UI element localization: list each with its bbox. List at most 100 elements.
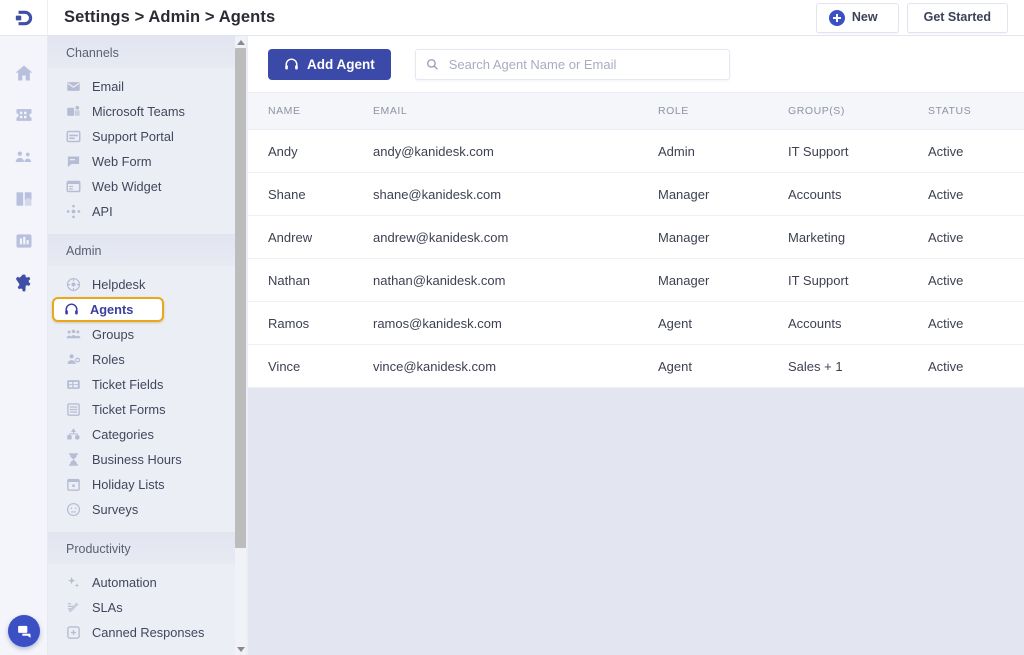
sidebar-item-label: Holiday Lists <box>92 477 165 492</box>
people-icon <box>14 147 34 167</box>
sidebar-scrollbar-thumb[interactable] <box>235 48 246 548</box>
table-row[interactable]: Vince vince@kanidesk.com Agent Sales + 1… <box>248 345 1024 388</box>
ticket-icon <box>14 105 34 125</box>
get-started-label: Get Started <box>924 11 991 24</box>
groups-icon <box>66 327 81 342</box>
envelope-icon <box>66 79 81 94</box>
table-row[interactable]: Andy andy@kanidesk.com Admin IT Support … <box>248 130 1024 173</box>
cell-status: Active <box>928 359 1024 374</box>
cell-status: Active <box>928 230 1024 245</box>
agents-toolbar: Add Agent <box>248 36 1024 92</box>
sidebar-item-web-widget[interactable]: Web Widget <box>48 174 236 199</box>
agent-headset-icon <box>64 302 79 317</box>
sidebar-item-label: Ticket Forms <box>92 402 165 417</box>
column-header-groups: GROUP(S) <box>788 105 928 117</box>
home-icon <box>14 63 34 83</box>
sidebar-item-microsoft-teams[interactable]: Microsoft Teams <box>48 99 236 124</box>
api-node-icon <box>66 204 81 219</box>
scroll-up-arrow-icon[interactable] <box>235 36 246 48</box>
sidebar-item-groups[interactable]: Groups <box>48 322 236 347</box>
cell-name: Andy <box>248 144 373 159</box>
cell-groups: IT Support <box>788 144 928 159</box>
cell-name: Ramos <box>248 316 373 331</box>
cell-name: Vince <box>248 359 373 374</box>
icon-rail <box>0 36 48 655</box>
ticket-forms-icon <box>66 402 81 417</box>
sla-icon <box>66 600 81 615</box>
sidebar-item-agents[interactable]: Agents <box>52 297 164 322</box>
categories-icon <box>66 427 81 442</box>
rail-item-reports[interactable] <box>0 220 48 262</box>
app-logo[interactable] <box>0 0 48 36</box>
sidebar-item-automation[interactable]: Automation <box>48 570 236 595</box>
sidebar-item-support-portal[interactable]: Support Portal <box>48 124 236 149</box>
roles-icon <box>66 352 81 367</box>
sparkle-icon <box>66 575 81 590</box>
rail-item-settings[interactable] <box>0 262 48 304</box>
rail-item-contacts[interactable] <box>0 136 48 178</box>
agent-headset-icon <box>284 57 299 72</box>
cell-groups: Accounts <box>788 316 928 331</box>
cell-name: Shane <box>248 187 373 202</box>
cell-status: Active <box>928 273 1024 288</box>
sidebar-item-label: Categories <box>92 427 154 442</box>
sidebar-scroll-region: Channels Email Microsoft Teams Support P… <box>48 36 236 655</box>
table-row[interactable]: Nathan nathan@kanidesk.com Manager IT Su… <box>248 259 1024 302</box>
agents-table: NAME EMAIL ROLE GROUP(S) STATUS Andy and… <box>248 92 1024 388</box>
new-button[interactable]: New <box>816 3 899 33</box>
cell-role: Agent <box>658 316 788 331</box>
sidebar-section-channels-body: Email Microsoft Teams Support Portal Web… <box>48 68 236 234</box>
table-row[interactable]: Andrew andrew@kanidesk.com Manager Marke… <box>248 216 1024 259</box>
get-started-button[interactable]: Get Started <box>907 3 1008 33</box>
chat-widget-button[interactable] <box>8 615 40 647</box>
cell-role: Admin <box>658 144 788 159</box>
form-icon <box>66 154 81 169</box>
sidebar-item-email[interactable]: Email <box>48 74 236 99</box>
sidebar-item-roles[interactable]: Roles <box>48 347 236 372</box>
table-row[interactable]: Ramos ramos@kanidesk.com Agent Accounts … <box>248 302 1024 345</box>
cell-status: Active <box>928 316 1024 331</box>
sidebar-item-api[interactable]: API <box>48 199 236 224</box>
table-row[interactable]: Shane shane@kanidesk.com Manager Account… <box>248 173 1024 216</box>
sidebar-section-admin-header: Admin <box>48 234 236 266</box>
cell-email: andrew@kanidesk.com <box>373 230 658 245</box>
cell-status: Active <box>928 144 1024 159</box>
sidebar-item-surveys[interactable]: Surveys <box>48 497 236 522</box>
sidebar-item-categories[interactable]: Categories <box>48 422 236 447</box>
cell-role: Agent <box>658 359 788 374</box>
cell-email: vince@kanidesk.com <box>373 359 658 374</box>
sidebar-item-canned-responses[interactable]: Canned Responses <box>48 620 236 645</box>
rail-item-home[interactable] <box>0 52 48 94</box>
sidebar-item-web-form[interactable]: Web Form <box>48 149 236 174</box>
helpdesk-icon <box>66 277 81 292</box>
sidebar-section-productivity-header: Productivity <box>48 532 236 564</box>
sidebar-item-label: SLAs <box>92 600 123 615</box>
rail-item-tickets[interactable] <box>0 94 48 136</box>
sidebar-item-label: Ticket Fields <box>92 377 163 392</box>
scroll-down-arrow-icon[interactable] <box>235 643 246 655</box>
widget-icon <box>66 179 81 194</box>
sidebar-item-ticket-fields[interactable]: Ticket Fields <box>48 372 236 397</box>
sidebar-item-ticket-forms[interactable]: Ticket Forms <box>48 397 236 422</box>
add-agent-button[interactable]: Add Agent <box>268 49 391 80</box>
sidebar-item-helpdesk[interactable]: Helpdesk <box>48 272 236 297</box>
sidebar-item-label: Roles <box>92 352 125 367</box>
sidebar-item-label: Canned Responses <box>92 625 204 640</box>
sidebar-item-business-hours[interactable]: Business Hours <box>48 447 236 472</box>
sidebar-item-holiday-lists[interactable]: Holiday Lists <box>48 472 236 497</box>
column-header-role: ROLE <box>658 105 788 117</box>
sidebar-item-label: Agents <box>90 302 133 317</box>
search-input[interactable] <box>449 57 719 72</box>
cell-role: Manager <box>658 273 788 288</box>
ticket-fields-icon <box>66 377 81 392</box>
sidebar-section-admin-body: Helpdesk Agents Groups Roles <box>48 266 236 532</box>
book-icon <box>14 189 34 209</box>
rail-item-knowledge[interactable] <box>0 178 48 220</box>
sidebar-item-label: Surveys <box>92 502 138 517</box>
teams-icon <box>66 104 81 119</box>
agent-search-box[interactable] <box>415 49 730 80</box>
sidebar-item-slas[interactable]: SLAs <box>48 595 236 620</box>
hourglass-icon <box>66 452 81 467</box>
cell-email: nathan@kanidesk.com <box>373 273 658 288</box>
portal-icon <box>66 129 81 144</box>
